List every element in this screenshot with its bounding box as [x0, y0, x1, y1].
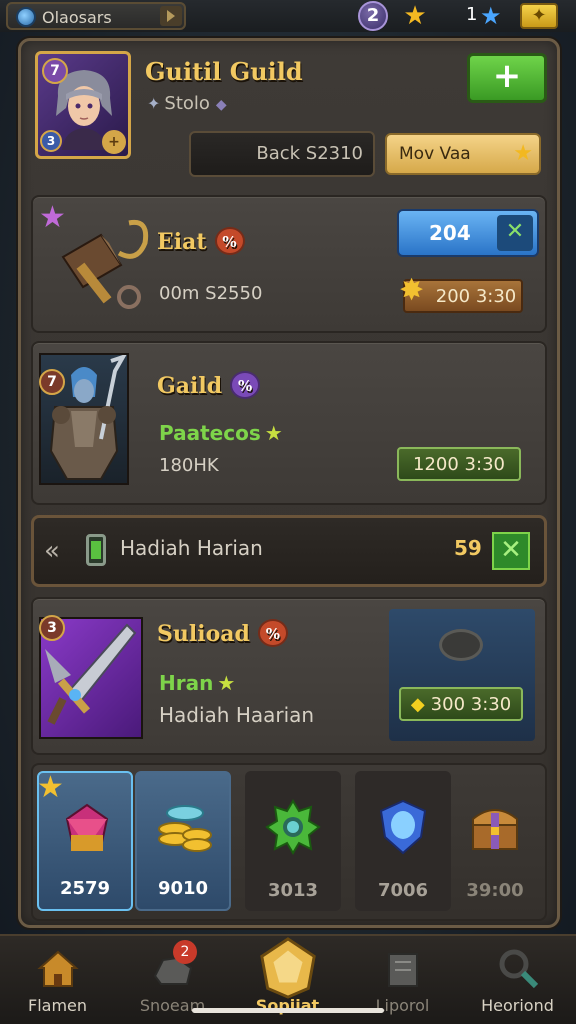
card-timer: ◆ 300 3:30 [399, 687, 523, 721]
card-meta: 00m S2550 [159, 283, 263, 304]
blue-gem-icon [16, 7, 36, 27]
card-level-badge: 7 [39, 369, 65, 395]
blue-star-icon: ★ [480, 2, 502, 30]
gold-coins-icon [158, 805, 212, 852]
card-badge: % [257, 619, 288, 647]
card-meta: Hadiah Haarian [159, 703, 315, 727]
value-button-label: 204 [429, 221, 471, 245]
card-timer-text: 300 3:30 [430, 694, 512, 715]
nav-item-home[interactable]: Flamen [0, 940, 115, 1022]
gold-star-icon: ★ [403, 1, 427, 31]
blue-shield-icon [379, 799, 427, 855]
magnifier-icon [499, 949, 539, 989]
reward-item[interactable]: 3013 [245, 771, 341, 911]
guild-card-sulioad[interactable]: 3 Sulioad% Hran ★ Hadiah Haarian ◆ 300 3:3… [31, 597, 547, 755]
guild-card-eiat[interactable]: ★ Eiat% 00m S2550 204 ✕ ✸ 200 3:30 [31, 195, 547, 333]
knight-portrait: 7 [39, 353, 129, 485]
green-gear-icon [265, 799, 321, 855]
guild-card-gaild[interactable]: 7 Gaild% Paatecos ★ 180HK 1200 3:30 [31, 341, 547, 505]
reward-value: 3013 [267, 880, 319, 901]
card-title: Eiat% [157, 227, 245, 255]
top-bar: Olaosars 2 ★ 1 ★ ✦ [0, 0, 576, 32]
guild-subtitle-text: Stolo [164, 93, 210, 114]
guild-crest-icon [260, 937, 316, 999]
server-selector[interactable]: Olaosars [6, 2, 186, 30]
reward-item[interactable]: 7006 [355, 771, 451, 911]
daily-reward-count: 59 [454, 536, 482, 560]
shop-button[interactable]: ✦ [520, 3, 558, 29]
guild-header: 7 3 + Guitil Guild ✦ Stolo ◆ + Back S2310 … [21, 41, 557, 181]
gold-star-icon: ★ [37, 770, 64, 805]
star-icon: ★ [264, 421, 283, 445]
book-icon [388, 953, 418, 987]
daily-reward-label: Hadiah Harian [120, 536, 263, 560]
back-arrow-icon[interactable]: « [44, 536, 74, 566]
card-badge: % [230, 371, 261, 399]
currency-count: 1 [466, 4, 478, 25]
arrow-right-icon[interactable] [160, 6, 182, 26]
guild-name: Guitil Guild [145, 57, 303, 86]
card-status-text: Paatecos [159, 421, 261, 445]
avatar-level-badge: 7 [42, 58, 68, 84]
move-button[interactable]: Mov Vaa ★ [385, 133, 541, 175]
reward-item[interactable]: 39:00 [447, 771, 543, 911]
daily-reward-strip[interactable]: « Hadiah Harian 59 ✕ [31, 515, 547, 587]
add-button[interactable]: + [467, 53, 547, 103]
swords-icon: ✕ [497, 215, 533, 251]
server-name: Olaosars [42, 8, 112, 27]
treasure-chest-icon [472, 809, 518, 850]
home-indicator [192, 1008, 384, 1013]
back-field[interactable]: Back S2310 [189, 131, 375, 177]
guild-panel: 7 3 + Guitil Guild ✦ Stolo ◆ + Back S2310 … [18, 38, 560, 928]
reward-value: 9010 [157, 878, 209, 899]
house-icon [37, 950, 79, 987]
reward-value: 7006 [377, 880, 429, 901]
item-rewards-row: ★ 2579 9010 3013 7006 39:00 [31, 763, 547, 921]
card-title-text: Eiat [157, 229, 207, 255]
nav-label: Flamen [27, 996, 88, 1015]
reward-item[interactable]: 9010 [135, 771, 231, 911]
weapon-portrait: 3 [39, 615, 143, 739]
plus-icon[interactable]: + [102, 130, 126, 154]
star-icon: ★ [513, 141, 533, 166]
guild-subtitle: ✦ Stolo ◆ [147, 93, 227, 114]
nav-label: Heoriond [481, 996, 554, 1015]
card-title-text: Sulioad [157, 621, 250, 647]
card-status: Hran ★ [159, 671, 235, 695]
avatar[interactable]: 7 3 + [35, 51, 131, 159]
card-level-badge: 3 [39, 615, 65, 641]
card-timer: 1200 3:30 [397, 447, 521, 481]
card-title-text: Gaild [157, 373, 223, 399]
phone-icon [86, 534, 106, 566]
close-x-icon[interactable]: ✕ [492, 532, 530, 570]
stone-icon [439, 629, 483, 661]
value-button[interactable]: 204 ✕ [397, 209, 539, 257]
purple-gem-icon: ◆ [215, 97, 227, 113]
card-badge: % [214, 227, 245, 255]
reward-value: 2579 [59, 878, 111, 899]
card-status: Paatecos ★ [159, 421, 283, 445]
card-status-text: Hran [159, 671, 214, 695]
red-gem-icon [65, 803, 109, 851]
player-level-badge[interactable]: 2 [358, 1, 388, 31]
card-meta: 180HK [159, 455, 219, 476]
sparkle-icon: ✦ [147, 94, 161, 113]
locked-slot[interactable]: ◆ 300 3:30 [389, 609, 535, 741]
card-title: Sulioad% [157, 619, 288, 647]
gold-cluster-icon: ✸ [399, 273, 425, 308]
phone-screen [91, 541, 101, 559]
diamond-icon: ◆ [410, 694, 425, 715]
reward-value: 39:00 [466, 880, 524, 901]
card-timer-text: 200 3:30 [435, 286, 517, 307]
hammer-icon [61, 219, 149, 309]
card-title: Gaild% [157, 371, 261, 399]
star-icon: ★ [217, 671, 236, 695]
card-timer: ✸ 200 3:30 [399, 275, 523, 313]
avatar-rank-badge: 3 [40, 130, 62, 152]
nav-item-heoriond[interactable]: Heoriond [460, 940, 575, 1022]
notification-badge: 2 [173, 940, 197, 964]
move-button-label: Mov Vaa [399, 144, 471, 164]
